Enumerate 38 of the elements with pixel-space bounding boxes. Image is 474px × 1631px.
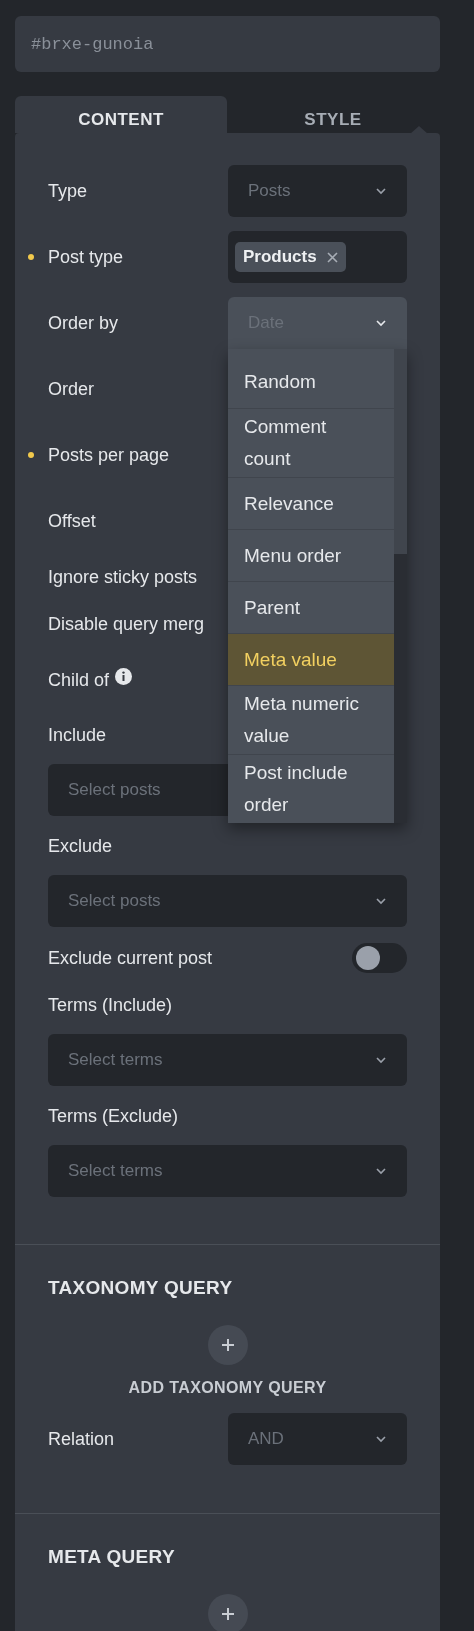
scrollbar-thumb[interactable] xyxy=(394,349,407,554)
field-label: Exclude current post xyxy=(48,947,213,969)
field-label: Order xyxy=(48,378,94,400)
field-label: Terms (Include) xyxy=(48,994,173,1016)
id-field[interactable]: #brxe-gunoia xyxy=(15,16,440,72)
menu-option[interactable]: Meta value xyxy=(228,633,394,685)
field-label: Child of xyxy=(48,669,110,691)
field-label: Posts per page xyxy=(48,444,170,466)
toggle-switch[interactable] xyxy=(352,943,407,973)
add-button[interactable] xyxy=(207,1325,248,1365)
field-label: Terms (Exclude) xyxy=(48,1105,179,1127)
section-title: TAXONOMY QUERY xyxy=(48,1277,234,1299)
field-label: Ignore sticky posts xyxy=(48,567,198,588)
chevron-down-icon xyxy=(375,897,387,905)
field-label: Include xyxy=(48,724,107,746)
chevron-down-icon xyxy=(375,1167,387,1175)
field-label: Offset xyxy=(48,510,96,532)
tab[interactable]: CONTENT xyxy=(15,96,227,133)
plus-icon xyxy=(220,1338,235,1352)
info-icon xyxy=(115,667,133,685)
add-label[interactable]: ADD TAXONOMY QUERY xyxy=(128,1379,327,1397)
tag-field[interactable]: Products xyxy=(228,231,407,283)
add-button[interactable] xyxy=(207,1594,248,1631)
tab[interactable]: STYLE xyxy=(227,96,439,133)
chevron-down-icon xyxy=(375,1435,387,1443)
section-title: META QUERY xyxy=(48,1546,176,1568)
field-label: Type xyxy=(48,180,88,202)
plus-icon xyxy=(220,1607,235,1621)
chevron-down-icon xyxy=(375,187,387,195)
field-label: Relation xyxy=(48,1428,115,1450)
chevron-down-icon xyxy=(375,1056,387,1064)
field-label: Post type xyxy=(48,246,124,268)
chevron-down-icon xyxy=(375,319,387,327)
close-icon[interactable] xyxy=(326,251,338,263)
field-label: Disable query merg xyxy=(48,614,205,635)
field-label: Exclude xyxy=(48,835,113,857)
tag-chip[interactable]: Products xyxy=(235,242,346,272)
field-label: Order by xyxy=(48,312,119,334)
